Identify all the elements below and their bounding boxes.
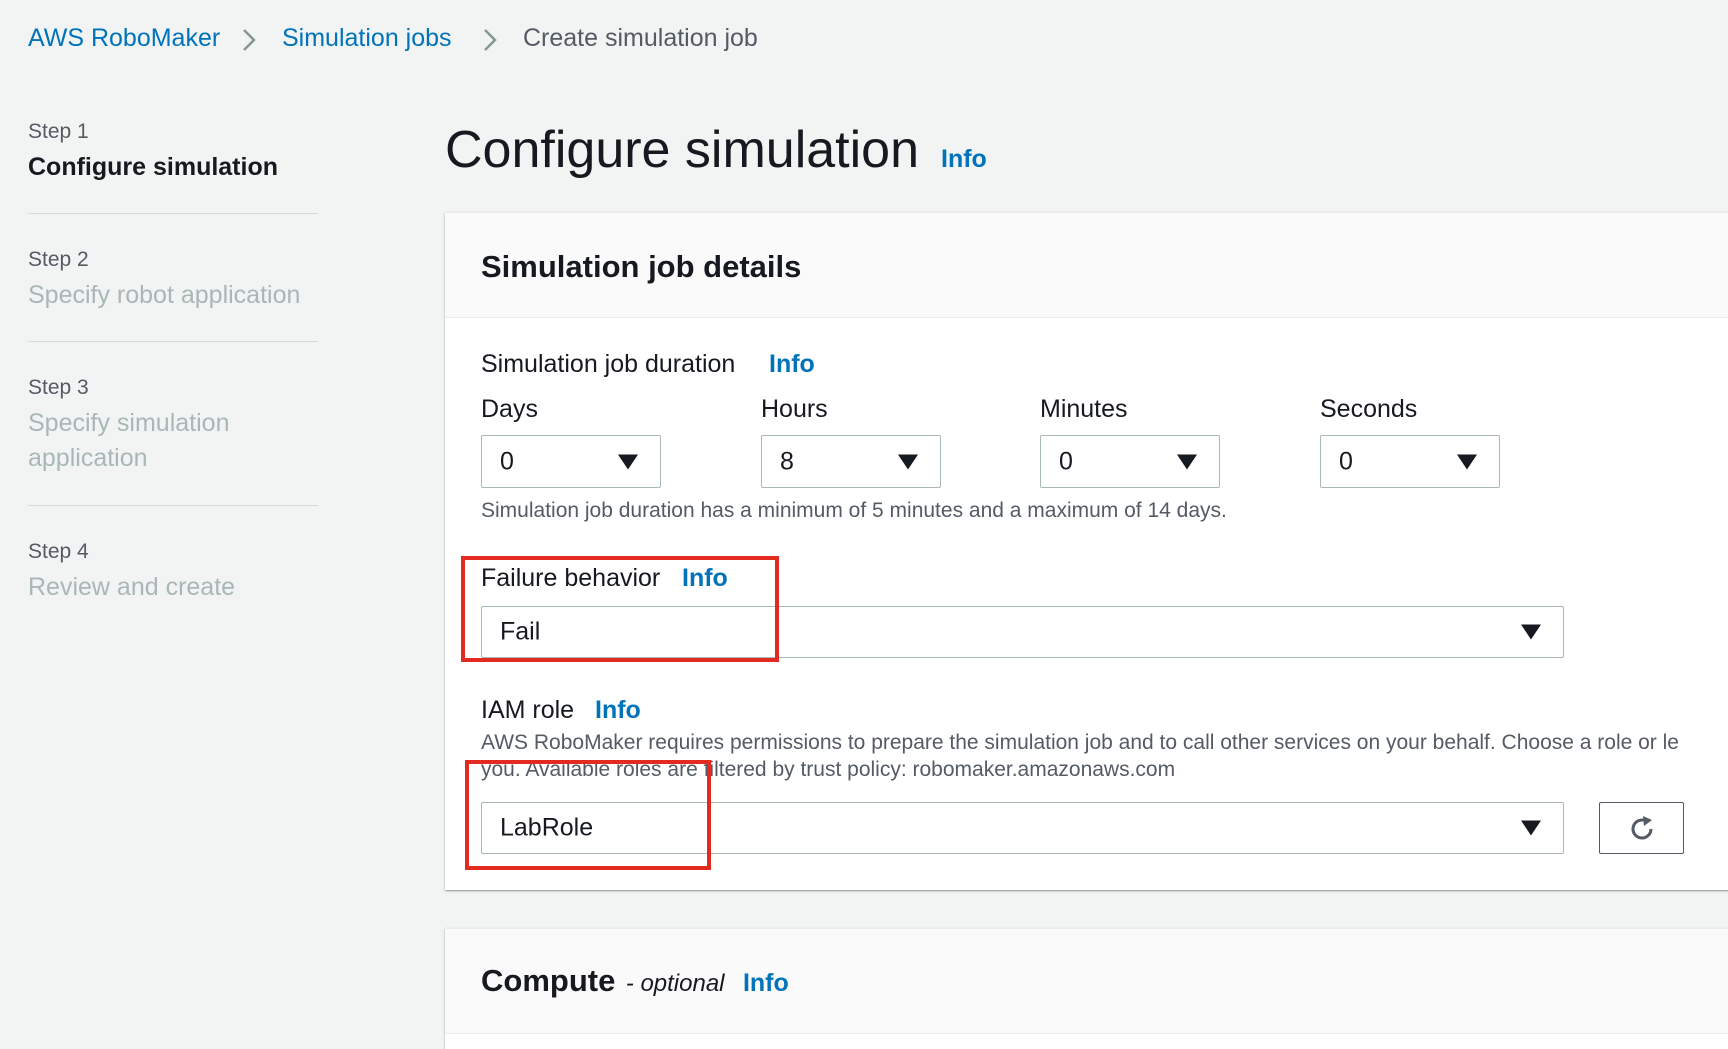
step-3-title-line2[interactable]: application xyxy=(28,441,148,476)
failure-behavior-label: Failure behavior xyxy=(481,564,661,592)
step-2-title[interactable]: Specify robot application xyxy=(28,278,300,313)
duration-label: Simulation job duration xyxy=(481,350,736,378)
failure-behavior-info-link[interactable]: Info xyxy=(682,564,728,593)
step-2-number: Step 2 xyxy=(28,248,89,271)
iam-role-select[interactable]: LabRole xyxy=(481,802,1564,854)
minutes-select[interactable]: 0 xyxy=(1040,435,1220,488)
nav-divider xyxy=(28,505,318,506)
iam-role-description-line2: you. Available roles are filtered by tru… xyxy=(481,758,1176,781)
seconds-label: Seconds xyxy=(1320,395,1418,423)
panel-title: Simulation job details xyxy=(481,249,802,284)
compute-info-link[interactable]: Info xyxy=(743,969,789,997)
days-value: 0 xyxy=(500,447,514,475)
step-3-number: Step 3 xyxy=(28,376,89,399)
failure-behavior-value: Fail xyxy=(500,617,541,646)
page-title-text: Configure simulation xyxy=(445,121,920,179)
iam-role-label: IAM role xyxy=(481,696,575,724)
simulation-job-details-panel: Simulation job details Simulation job du… xyxy=(445,212,1728,890)
refresh-roles-button[interactable] xyxy=(1599,802,1684,854)
iam-role-info-link[interactable]: Info xyxy=(595,696,641,725)
caret-down-icon xyxy=(1457,454,1477,469)
caret-down-icon xyxy=(898,454,918,469)
failure-behavior-select[interactable]: Fail xyxy=(481,606,1564,658)
hours-value: 8 xyxy=(780,447,794,475)
chevron-right-icon xyxy=(243,29,256,51)
nav-divider xyxy=(28,213,318,214)
refresh-icon xyxy=(1631,816,1653,840)
step-1-number: Step 1 xyxy=(28,120,89,143)
compute-panel: Compute - optional Info xyxy=(445,928,1728,1049)
step-4-title[interactable]: Review and create xyxy=(28,570,235,605)
caret-down-icon xyxy=(1521,820,1541,836)
iam-role-description-line1: AWS RoboMaker requires permissions to pr… xyxy=(481,731,1679,754)
nav-divider xyxy=(28,341,318,342)
caret-down-icon xyxy=(1177,454,1197,469)
hours-select[interactable]: 8 xyxy=(761,435,941,488)
caret-down-icon xyxy=(618,454,638,469)
compute-optional: - optional xyxy=(625,970,725,997)
step-4-number: Step 4 xyxy=(28,540,89,563)
iam-role-value: LabRole xyxy=(500,813,594,842)
breadcrumb-aws-robomaker[interactable]: AWS RoboMaker xyxy=(28,24,220,53)
caret-down-icon xyxy=(1521,624,1541,640)
days-label: Days xyxy=(481,395,538,423)
breadcrumb-simulation-jobs[interactable]: Simulation jobs xyxy=(282,24,452,53)
page-title: Configure simulation xyxy=(445,120,919,180)
step-1-title: Configure simulation xyxy=(28,153,278,181)
chevron-right-icon xyxy=(484,29,497,51)
page-info-link[interactable]: Info xyxy=(941,145,987,174)
hours-label: Hours xyxy=(761,395,828,423)
minutes-label: Minutes xyxy=(1040,395,1128,423)
seconds-value: 0 xyxy=(1339,447,1353,475)
breadcrumb-current: Create simulation job xyxy=(523,24,758,52)
days-select[interactable]: 0 xyxy=(481,435,661,488)
step-3-title-line1[interactable]: Specify simulation xyxy=(28,406,229,441)
duration-hint: Simulation job duration has a minimum of… xyxy=(481,499,1227,522)
seconds-select[interactable]: 0 xyxy=(1320,435,1500,488)
minutes-value: 0 xyxy=(1059,447,1073,475)
compute-title: Compute xyxy=(481,963,616,998)
duration-info-link[interactable]: Info xyxy=(769,350,815,379)
